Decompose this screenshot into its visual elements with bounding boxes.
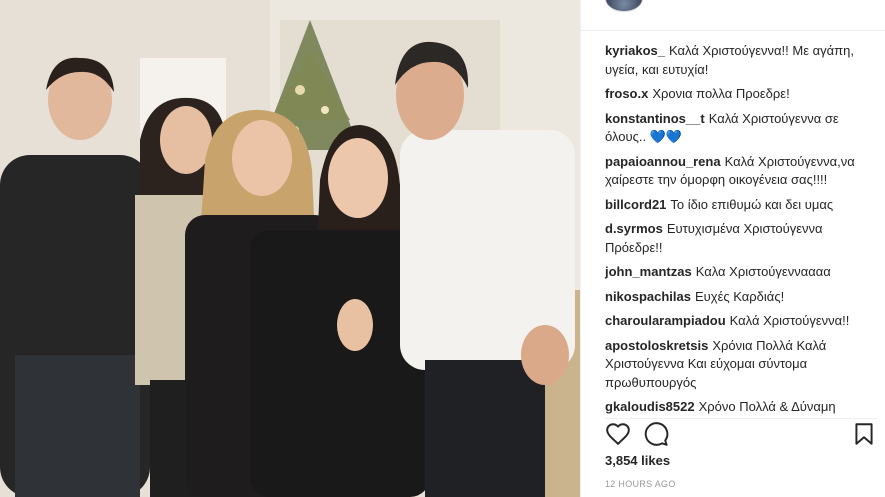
- comment-text: Ευχές Καρδιάς!: [694, 288, 785, 304]
- comment-text: Καλά Χριστούγεννα!!: [729, 313, 850, 328]
- comment-item: papaioannou_rena Καλά Χριστούγεννα,να χαί…: [605, 153, 877, 190]
- comment-text: Χρονια πολλα Προεδρε!: [652, 86, 790, 101]
- comment-username[interactable]: kyriakos_: [605, 43, 665, 58]
- actions-bar: [605, 421, 877, 449]
- comment-bubble-icon[interactable]: [643, 421, 669, 447]
- comment-item: kyriakos_ Καλά Χριστούγεννα!! Με αγάπη, υ…: [605, 42, 877, 79]
- comments-list: kyriakos_ Καλά Χριστούγεννα!! Με αγάπη, υ…: [605, 42, 877, 423]
- heart-outline-icon[interactable]: [605, 421, 631, 447]
- comment-item: froso.x Χρονια πολλα Προεδρε!: [605, 85, 877, 104]
- comment-item: apostoloskretsis Χρόνια Πολλά Καλά Χριστο…: [605, 337, 877, 393]
- comment-username[interactable]: nikospachilas: [605, 289, 691, 304]
- comment-username[interactable]: gkaloudis8522: [605, 399, 695, 414]
- post-timestamp: 12 HOURS AGO: [605, 479, 676, 489]
- comment-username[interactable]: billcord21: [605, 197, 666, 212]
- author-avatar[interactable]: [605, 0, 643, 12]
- comment-username[interactable]: d.syrmos: [605, 221, 663, 236]
- comment-item: nikospachilas Ευχές Καρδιάς!: [605, 288, 877, 307]
- comment-text: Το ίδιο επιθυμώ και δει υμας: [670, 196, 834, 212]
- comment-text: Καλα Χριστούγενναααα: [695, 264, 831, 279]
- actions-section: [605, 418, 877, 446]
- comment-item: charoularampiadou Καλά Χριστούγεννα!!: [605, 312, 877, 331]
- header-divider: [581, 30, 885, 31]
- comment-username[interactable]: charoularampiadou: [605, 313, 726, 328]
- blue-heart-emoji: 💙💙: [649, 129, 683, 144]
- comment-username[interactable]: konstantinos__t: [605, 111, 705, 126]
- comment-item: john_mantzas Καλα Χριστούγενναααα: [605, 263, 877, 282]
- comment-username[interactable]: john_mantzas: [605, 264, 692, 279]
- family-photo-illustration: [0, 0, 580, 497]
- comment-item: gkaloudis8522 Χρόνο Πολλά & Δύναμη: [605, 398, 877, 417]
- comment-item: d.syrmos Ευτυχισμένα Χριστούγεννα Πρόεδρε…: [605, 220, 877, 257]
- comment-text: Χρόνο Πολλά & Δύναμη: [698, 399, 836, 414]
- comment-username[interactable]: apostoloskretsis: [605, 338, 708, 353]
- comment-item: billcord21 Το ίδιο επιθυμώ και δει υμας: [605, 196, 877, 215]
- likes-count[interactable]: 3,854 likes: [605, 453, 670, 468]
- bookmark-icon[interactable]: [851, 421, 877, 447]
- post-sidebar: kyriakos_ Καλά Χριστούγεννα!! Με αγάπη, υ…: [580, 0, 885, 497]
- post-photo: [0, 0, 580, 497]
- comment-username[interactable]: froso.x: [605, 86, 648, 101]
- comment-item: konstantinos__t Καλά Χριστούγεννα σε όλου…: [605, 110, 877, 147]
- comment-username[interactable]: papaioannou_rena: [605, 154, 721, 169]
